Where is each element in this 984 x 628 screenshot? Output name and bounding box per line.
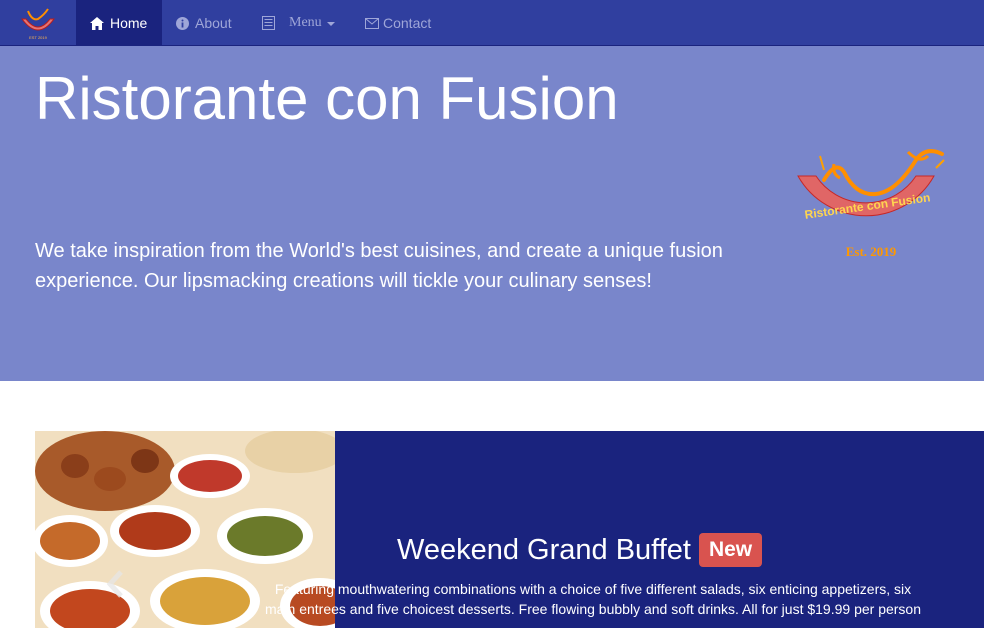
nav-home-label: Home — [110, 15, 148, 31]
nav-contact[interactable]: Contact — [365, 0, 431, 46]
chevron-left-icon — [106, 570, 123, 598]
nav-home[interactable]: Home — [76, 0, 162, 46]
nav-menu-dropdown[interactable]: Menu — [262, 0, 335, 46]
info-icon — [176, 16, 189, 30]
nav-about-label: About — [195, 15, 232, 31]
logo-est-text: Est. 2019 — [846, 244, 897, 259]
envelope-icon — [365, 17, 379, 29]
nav-about[interactable]: About — [176, 0, 232, 46]
carousel: Weekend Grand Buffet New Featuring mouth… — [35, 431, 984, 628]
restaurant-logo-icon: EST 2019 — [21, 8, 55, 40]
nav-menu-label: Menu — [289, 15, 322, 30]
navbar: EST 2019 Home About Menu Contact — [0, 0, 984, 46]
carousel-caption-description: Featuring mouthwatering combinations wit… — [264, 581, 922, 617]
carousel-caption-title: Weekend Grand Buffet New — [397, 533, 763, 567]
svg-text:EST 2019: EST 2019 — [29, 35, 47, 40]
caret-down-icon — [326, 22, 335, 26]
home-icon — [90, 16, 104, 30]
restaurant-logo: Ristorante con Fusion Est. 2019 — [797, 149, 945, 259]
new-badge: New — [698, 533, 763, 567]
carousel-prev-button[interactable] — [105, 569, 125, 604]
brand-logo[interactable]: EST 2019 — [0, 0, 76, 46]
jumbotron: Ristorante con Fusion We take inspiratio… — [0, 46, 984, 381]
nav-contact-label: Contact — [383, 15, 432, 31]
carousel-title-text: Weekend Grand Buffet — [397, 533, 691, 566]
page-title: Ristorante con Fusion — [35, 65, 619, 132]
list-icon — [262, 16, 275, 30]
jumbotron-description: We take inspiration from the World's bes… — [35, 240, 723, 292]
